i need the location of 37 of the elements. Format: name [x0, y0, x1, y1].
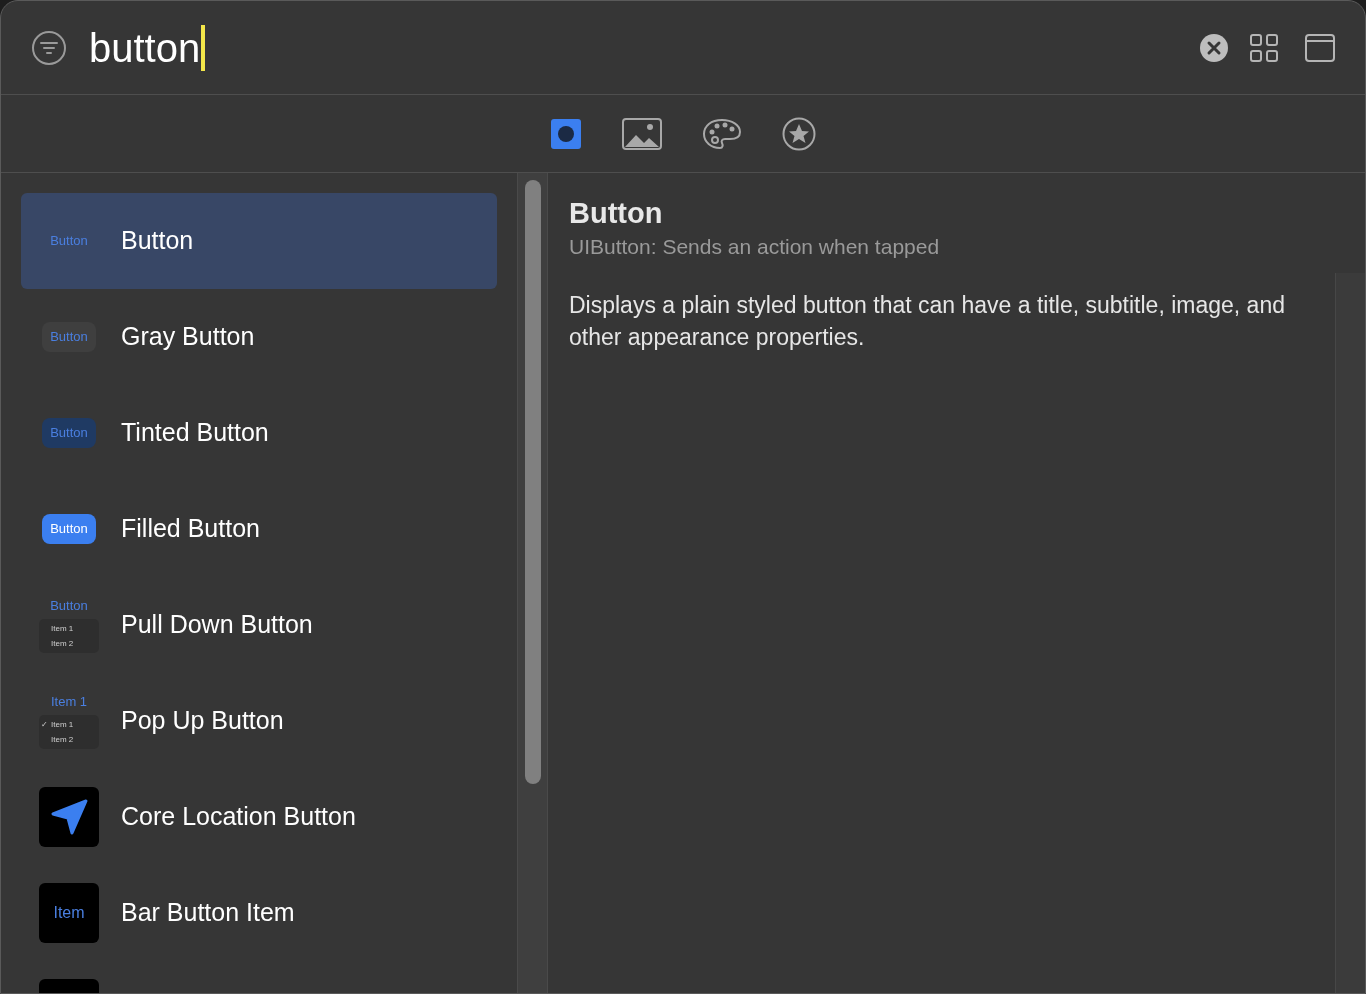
- item-title: Tinted Button: [121, 417, 269, 449]
- image-icon[interactable]: [622, 117, 662, 150]
- button-preview: Button: [50, 597, 88, 614]
- clear-icon[interactable]: [1200, 33, 1228, 62]
- bar-item-preview: Item: [53, 903, 85, 923]
- button-preview: Button: [42, 418, 96, 448]
- library-item[interactable]: Button Item 1 Item 2 Pull Down Button: [21, 577, 497, 673]
- menu-preview: Item 1 Item 2: [39, 618, 99, 653]
- item-title: Filled Button: [121, 513, 260, 545]
- detail-description: Displays a plain styled button that can have a title, subtitle, image, and other appearance properties.: [569, 290, 1285, 352]
- item-title: Pop Up Button: [121, 705, 284, 737]
- item-title: Core Location Button: [121, 801, 356, 833]
- detail-subtitle: UIButton: Sends an action when tapped: [569, 234, 941, 260]
- square-icon[interactable]: [550, 117, 582, 150]
- palette-icon[interactable]: [702, 117, 742, 150]
- window-icon[interactable]: [1305, 33, 1335, 62]
- button-preview: Button: [49, 232, 89, 251]
- item-title: Pull Down Button: [121, 609, 313, 641]
- filter-icon[interactable]: [31, 29, 67, 66]
- library-item[interactable]: Item Bar Button Item: [21, 865, 497, 961]
- grid-icon[interactable]: [1250, 33, 1278, 62]
- library-item[interactable]: Button Gray Button: [21, 289, 497, 385]
- item-title: Bar Button Item: [121, 897, 295, 929]
- library-item[interactable]: Core Location Button: [21, 769, 497, 865]
- button-preview: Button: [42, 322, 96, 352]
- library-item[interactable]: Item 1 ✓ Item 1 Item 2 Pop Up Button: [21, 673, 497, 769]
- library-item[interactable]: Button Filled Button: [21, 481, 497, 577]
- library-item[interactable]: Button Tinted Button: [21, 385, 497, 481]
- item-title: Gray Button: [121, 321, 255, 353]
- detail-title: Button: [569, 197, 664, 229]
- item-title: Button: [121, 225, 194, 257]
- library-item[interactable]: Button Button: [21, 193, 497, 289]
- menu-preview: ✓ Item 1 Item 2: [39, 714, 99, 749]
- button-preview: Button: [42, 514, 96, 544]
- search-field[interactable]: button: [89, 17, 206, 78]
- scrollbar-thumb[interactable]: [524, 180, 541, 784]
- popup-preview: Item 1: [50, 693, 88, 710]
